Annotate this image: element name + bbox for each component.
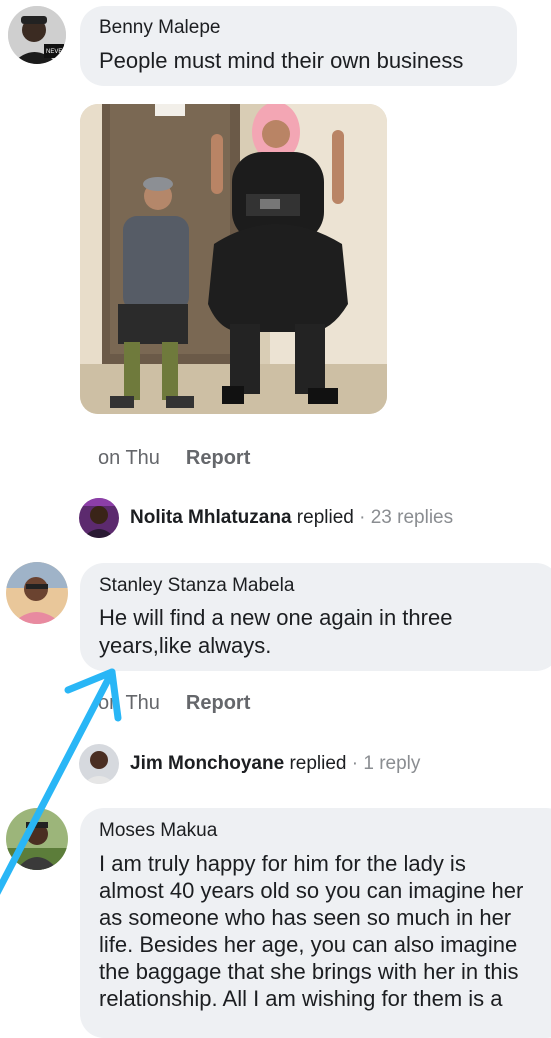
comment-photo[interactable] [80,104,387,414]
report-button[interactable]: Report [186,447,250,469]
avatar-benny-malepe[interactable]: NEVER [8,6,66,64]
comment-bubble-2[interactable]: Stanley Stanza Mabela He will find a new… [80,563,551,671]
comment-meta-1: on Thu Report [98,447,250,470]
comment-time: on Thu [98,447,160,469]
comment-text-line: almost 40 years old so you can imagine h… [99,878,524,903]
comment-text: People must mind their own business [99,48,464,73]
replied-label: replied [289,753,347,774]
report-button[interactable]: Report [186,692,250,714]
separator: · [359,507,366,528]
comment-author[interactable]: Moses Makua [99,820,217,842]
svg-text:NEVER: NEVER [46,49,66,55]
comment-author[interactable]: Stanley Stanza Mabela [99,575,294,597]
view-replies-link-2[interactable]: Jim Monchoyane replied · 1 reply [130,753,420,775]
comment-text-line: He will find a new one again in three [99,605,453,630]
comment-bubble-1[interactable]: Benny Malepe People must mind their own … [80,6,517,86]
avatar-nolita-mhlatuzana[interactable] [79,498,119,538]
comment-text-line: years,like always. [99,633,272,658]
replied-label: replied [296,507,354,528]
avatar-moses-makua[interactable] [6,808,68,870]
separator: · [351,753,359,774]
comment-bubble-3[interactable]: Moses Makua I am truly happy for him for… [80,808,551,1038]
replies-count[interactable]: 23 replies [371,507,453,528]
replier-name[interactable]: Nolita Mhlatuzana [130,507,292,528]
replies-count[interactable]: 1 reply [363,753,420,774]
comment-text-line: the baggage that she brings with her in … [99,959,519,984]
avatar-stanley-stanza-mabela[interactable] [6,562,68,624]
comment-text-line: relationship. All I am wishing for them … [99,986,503,1011]
comment-author[interactable]: Benny Malepe [99,17,220,39]
comment-text-line: as someone who has seen so much in her [99,905,512,930]
view-replies-link-1[interactable]: Nolita Mhlatuzana replied · 23 replies [130,507,453,529]
avatar-jim-monchoyane[interactable] [79,744,119,784]
replier-name[interactable]: Jim Monchoyane [130,753,284,774]
comment-time: on Thu [98,692,160,714]
comment-text-line: life. Besides her age, you can also imag… [99,932,518,957]
comment-text-line: I am truly happy for him for the lady is [99,851,466,876]
comment-meta-2: on Thu Report [98,692,250,715]
